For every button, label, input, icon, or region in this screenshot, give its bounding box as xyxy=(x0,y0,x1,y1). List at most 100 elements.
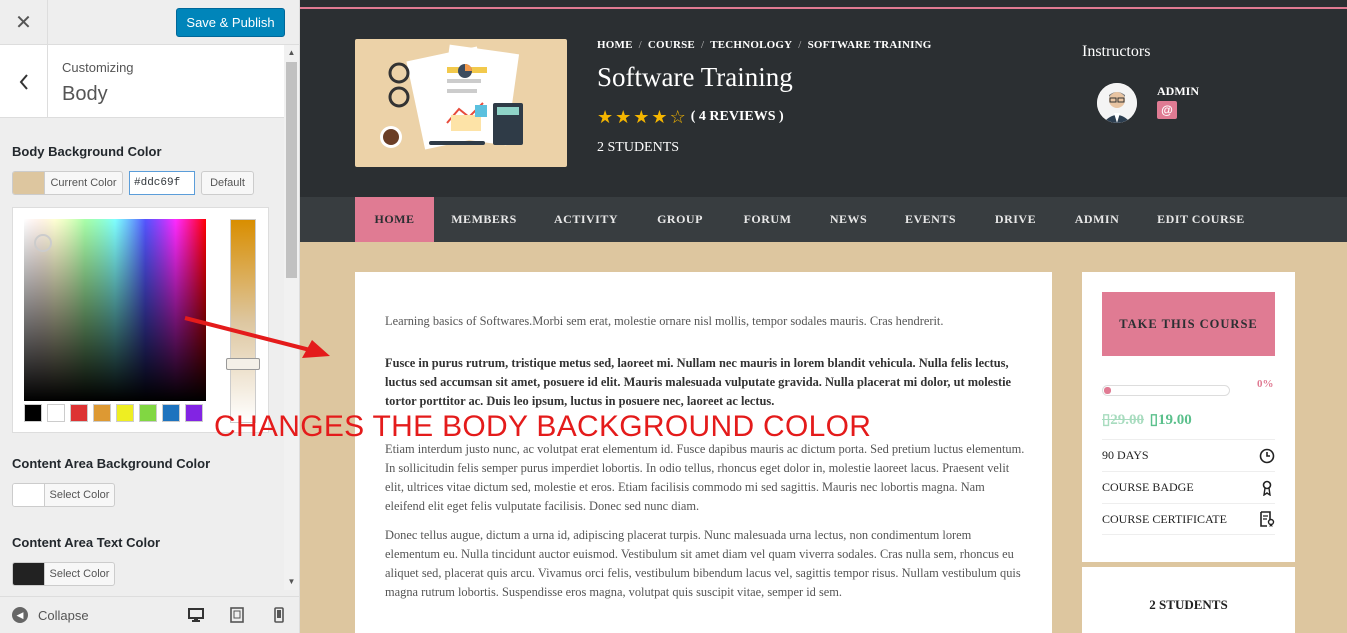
current-color-button[interactable]: Current Color xyxy=(12,171,123,195)
students-widget-title: 2 STUDENTS xyxy=(1149,597,1228,612)
scroll-up-arrow-icon[interactable]: ▲ xyxy=(286,47,297,59)
customizer-header: ✕ Save & Publish xyxy=(0,0,299,45)
take-course-button[interactable]: TAKE THIS COURSE xyxy=(1102,292,1275,356)
reviews-count[interactable]: ( 4 REVIEWS ) xyxy=(691,109,784,125)
scroll-down-arrow-icon[interactable]: ▼ xyxy=(286,576,297,588)
hex-color-input[interactable]: #ddc69f xyxy=(129,171,195,195)
price-old: ▯29.00 xyxy=(1102,412,1145,428)
feature-duration: 90 DAYS xyxy=(1102,439,1275,471)
feature-label: COURSE BADGE xyxy=(1102,480,1194,494)
course-nav: HOME MEMBERS ACTIVITY GROUP FORUM NEWS E… xyxy=(300,197,1347,242)
star-icon: ★ xyxy=(615,107,632,127)
palette-swatch-green[interactable] xyxy=(139,404,157,422)
star-icon: ★ xyxy=(651,107,668,127)
color-palette xyxy=(24,404,203,422)
customizer-footer: ◀ Collapse xyxy=(0,596,299,633)
avatar[interactable] xyxy=(1097,83,1137,123)
progress-bar-fill xyxy=(1104,387,1111,394)
content-bg-swatch xyxy=(13,484,45,506)
save-publish-button[interactable]: Save & Publish xyxy=(176,8,285,37)
palette-swatch-white[interactable] xyxy=(47,404,65,422)
palette-swatch-orange[interactable] xyxy=(93,404,111,422)
breadcrumb-current: SOFTWARE TRAINING xyxy=(807,39,932,51)
description-paragraph: Donec tellus augue, dictum a urna id, ad… xyxy=(385,528,1021,599)
instructor-avatar-image xyxy=(1097,83,1137,123)
tab-group[interactable]: GROUP xyxy=(647,197,713,242)
course-header: HOME / COURSE / TECHNOLOGY / SOFTWARE TRAINING… xyxy=(300,0,1347,197)
tablet-preview-icon[interactable] xyxy=(229,607,245,623)
description-paragraph-bold: Fusce in purus rutrum, tristique metus s… xyxy=(385,356,1012,408)
palette-swatch-purple[interactable] xyxy=(185,404,203,422)
price-new: ▯19.00 xyxy=(1149,412,1192,428)
tab-members[interactable]: MEMBERS xyxy=(443,197,525,242)
palette-swatch-yellow[interactable] xyxy=(116,404,134,422)
collapse-label: Collapse xyxy=(38,607,89,623)
clock-icon xyxy=(1259,448,1275,463)
top-accent-line xyxy=(300,7,1347,9)
desktop-preview-icon[interactable] xyxy=(188,607,204,623)
feature-label: COURSE CERTIFICATE xyxy=(1102,511,1227,526)
collapse-icon: ◀ xyxy=(12,607,28,623)
course-price: ▯29.00 ▯19.00 xyxy=(1102,410,1192,429)
instructor-name[interactable]: ADMIN xyxy=(1157,84,1199,99)
palette-swatch-black[interactable] xyxy=(24,404,42,422)
star-icon: ★ xyxy=(633,107,650,127)
current-color-label: Current Color xyxy=(50,177,117,189)
course-rating: ★ ★ ★ ★ ☆ ( 4 REVIEWS ) xyxy=(597,108,784,126)
progress-bar xyxy=(1102,385,1230,396)
chevron-left-icon xyxy=(19,73,28,90)
tab-activity[interactable]: ACTIVITY xyxy=(545,197,627,242)
breadcrumb-technology[interactable]: TECHNOLOGY xyxy=(710,39,792,51)
site-preview: HOME / COURSE / TECHNOLOGY / SOFTWARE TRAINING… xyxy=(300,0,1347,633)
content-text-select-button[interactable]: Select Color xyxy=(12,562,115,586)
tab-admin[interactable]: ADMIN xyxy=(1065,197,1129,242)
content-text-controls: Select Color xyxy=(12,562,115,586)
palette-swatch-blue[interactable] xyxy=(162,404,180,422)
description-paragraph: Etiam interdum justo nunc, ac volutpat e… xyxy=(385,442,1025,513)
select-color-label: Select Color xyxy=(49,568,110,580)
back-button[interactable] xyxy=(0,45,48,118)
badge-icon xyxy=(1262,480,1272,496)
default-color-button[interactable]: Default xyxy=(201,171,254,195)
section-header: Customizing Body xyxy=(0,45,284,118)
course-description: Learning basics of Softwares.Morbi sem e… xyxy=(355,272,1052,633)
instructors-heading: Instructors xyxy=(1082,43,1151,60)
students-count: 2 STUDENTS xyxy=(597,140,680,155)
tab-events[interactable]: EVENTS xyxy=(895,197,966,242)
content-bg-label: Content Area Background Color xyxy=(12,456,211,471)
palette-swatch-red[interactable] xyxy=(70,404,88,422)
content-bg-select-button[interactable]: Select Color xyxy=(12,483,115,507)
tab-home[interactable]: HOME xyxy=(355,197,434,242)
body-bg-controls: Current Color #ddc69f Default xyxy=(12,171,254,195)
scrollbar-thumb[interactable] xyxy=(286,62,297,278)
course-title: Software Training xyxy=(597,62,793,92)
tab-news[interactable]: NEWS xyxy=(822,197,875,242)
close-button[interactable]: ✕ xyxy=(0,0,48,45)
description-paragraph: Learning basics of Softwares.Morbi sem e… xyxy=(385,314,944,328)
breadcrumb-home[interactable]: HOME xyxy=(597,39,633,51)
students-widget: 2 STUDENTS xyxy=(1082,567,1295,633)
collapse-button[interactable]: ◀ Collapse xyxy=(12,607,89,623)
mobile-preview-icon[interactable] xyxy=(271,607,287,623)
breadcrumb: HOME / COURSE / TECHNOLOGY / SOFTWARE TRAINING xyxy=(597,39,932,51)
color-picker-handle[interactable] xyxy=(34,234,52,252)
current-color-swatch xyxy=(13,172,45,194)
annotation-arrow-icon xyxy=(184,316,330,358)
breadcrumb: Customizing xyxy=(62,60,134,75)
select-color-label: Select Color xyxy=(49,489,110,501)
progress-percent: 0% xyxy=(1257,378,1274,390)
course-thumbnail[interactable] xyxy=(355,39,567,167)
body-bg-label: Body Background Color xyxy=(12,144,162,159)
content-bg-controls: Select Color xyxy=(12,483,115,507)
tab-forum[interactable]: FORUM xyxy=(733,197,802,242)
content-text-swatch xyxy=(13,563,45,585)
tab-drive[interactable]: DRIVE xyxy=(986,197,1045,242)
breadcrumb-course[interactable]: COURSE xyxy=(648,39,695,51)
certificate-icon xyxy=(1260,511,1275,527)
content-text-label: Content Area Text Color xyxy=(12,535,161,550)
instructor-mention-badge[interactable]: @ xyxy=(1157,101,1177,119)
close-icon: ✕ xyxy=(15,12,32,34)
tab-edit-course[interactable]: EDIT COURSE xyxy=(1149,197,1253,242)
section-title: Body xyxy=(62,83,108,105)
course-sidebar: TAKE THIS COURSE 0% ▯29.00 ▯19.00 90 DAY… xyxy=(1082,272,1295,562)
